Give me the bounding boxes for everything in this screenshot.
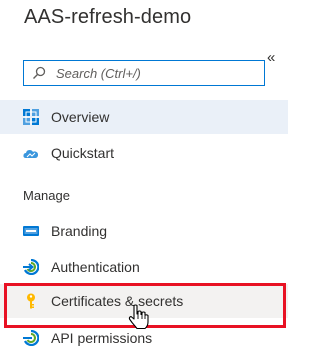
section-header-manage: Manage [23, 188, 70, 203]
hand-cursor-icon [128, 304, 149, 330]
sidebar-item-label: Branding [51, 223, 108, 239]
sidebar-item-quickstart[interactable]: Quickstart [0, 136, 288, 170]
sidebar-item-label: Authentication [51, 259, 140, 275]
search-box[interactable] [23, 60, 265, 86]
cloud-icon [23, 150, 39, 158]
api-permissions-icon [23, 330, 39, 346]
sidebar-item-label: Overview [51, 109, 110, 125]
collapse-sidebar-button[interactable]: « [267, 50, 275, 65]
page-title: AAS-refresh-demo [24, 6, 192, 28]
sidebar-item-overview[interactable]: Overview [0, 100, 288, 134]
search-icon [33, 66, 46, 79]
sidebar-item-authentication[interactable]: Authentication [0, 250, 288, 284]
sidebar-item-label: API permissions [51, 330, 153, 346]
search-input[interactable] [56, 65, 256, 81]
grid-icon [23, 109, 39, 125]
branding-icon [23, 226, 39, 236]
authentication-icon [23, 259, 39, 275]
sidebar-item-label: Quickstart [51, 145, 115, 161]
sidebar-item-branding[interactable]: Branding [0, 214, 288, 248]
